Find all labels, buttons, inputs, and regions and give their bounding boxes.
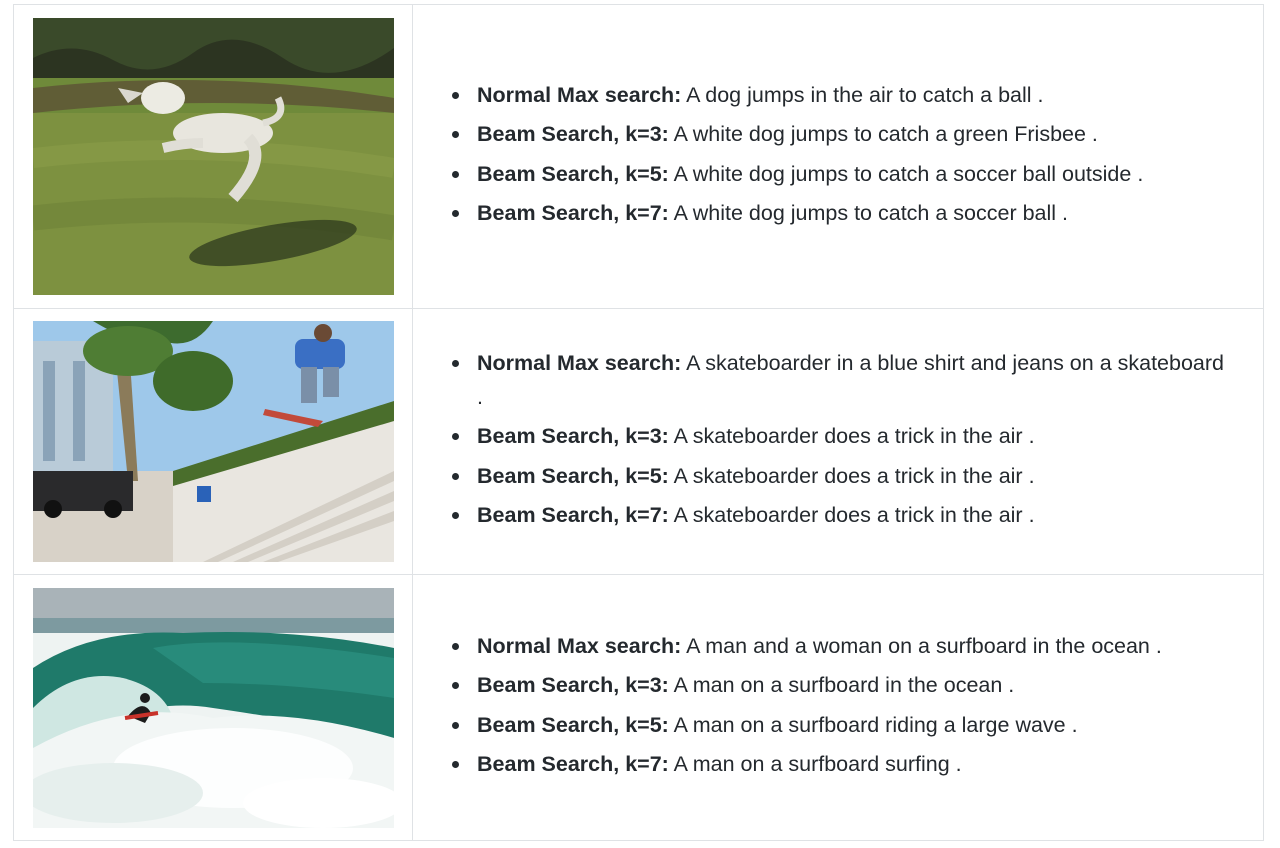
caption-text: A skateboarder does a trick in the air . (673, 424, 1035, 448)
captions-cell: Normal Max search: A man and a woman on … (412, 574, 1264, 841)
caption-text: A dog jumps in the air to catch a ball . (686, 82, 1044, 107)
caption-text: A man on a surfboard surfing . (673, 752, 962, 776)
image-cell (13, 308, 413, 575)
caption-item: Beam Search, k=5: A white dog jumps to c… (452, 157, 1263, 191)
caption-text: A white dog jumps to catch a soccer ball… (673, 201, 1068, 225)
caption-list: Normal Max search: A man and a woman on … (413, 629, 1263, 782)
caption-item: Beam Search, k=7: A man on a surfboard s… (452, 747, 1263, 781)
caption-method: Normal Max search: (477, 633, 682, 658)
caption-item: Normal Max search: A skateboarder in a b… (452, 346, 1263, 414)
skateboarder-photo (33, 321, 394, 562)
caption-method: Beam Search, k=3: (477, 122, 669, 146)
caption-item: Beam Search, k=7: A white dog jumps to c… (452, 196, 1263, 230)
caption-item: Beam Search, k=3: A man on a surfboard i… (452, 668, 1263, 702)
caption-method: Beam Search, k=7: (477, 503, 669, 527)
caption-method: Beam Search, k=3: (477, 673, 669, 697)
caption-method: Beam Search, k=3: (477, 424, 669, 448)
captions-cell: Normal Max search: A dog jumps in the ai… (412, 4, 1264, 309)
caption-text: A white dog jumps to catch a soccer ball… (673, 161, 1144, 186)
table-row: Normal Max search: A man and a woman on … (13, 574, 1264, 841)
caption-item: Beam Search, k=3: A white dog jumps to c… (452, 117, 1263, 151)
caption-text: A man on a surfboard riding a large wave… (673, 712, 1078, 737)
caption-method: Beam Search, k=7: (477, 752, 669, 776)
caption-text: A white dog jumps to catch a green Frisb… (673, 122, 1098, 146)
dog-frisbee-photo (33, 18, 394, 295)
caption-item: Normal Max search: A man and a woman on … (452, 629, 1263, 663)
caption-text: A skateboarder does a trick in the air . (673, 503, 1035, 527)
caption-method: Normal Max search: (477, 82, 682, 107)
caption-list: Normal Max search: A dog jumps in the ai… (413, 78, 1263, 231)
caption-item: Normal Max search: A dog jumps in the ai… (452, 78, 1263, 112)
caption-method: Beam Search, k=5: (477, 161, 669, 186)
table-row: Normal Max search: A skateboarder in a b… (13, 308, 1264, 575)
caption-text: A skateboarder does a trick in the air . (673, 463, 1035, 488)
caption-item: Beam Search, k=3: A skateboarder does a … (452, 419, 1263, 453)
caption-text: A man on a surfboard in the ocean . (673, 673, 1015, 697)
captions-cell: Normal Max search: A skateboarder in a b… (412, 308, 1264, 575)
caption-text: A man and a woman on a surfboard in the … (686, 633, 1162, 658)
captions-table: Normal Max search: A dog jumps in the ai… (13, 4, 1264, 841)
caption-method: Beam Search, k=7: (477, 201, 669, 225)
surfer-photo (33, 587, 394, 828)
caption-item: Beam Search, k=5: A man on a surfboard r… (452, 708, 1263, 742)
caption-list: Normal Max search: A skateboarder in a b… (413, 346, 1263, 533)
image-cell (13, 4, 413, 309)
image-cell (13, 574, 413, 841)
table-row: Normal Max search: A dog jumps in the ai… (13, 4, 1264, 309)
caption-method: Beam Search, k=5: (477, 463, 669, 488)
caption-item: Beam Search, k=5: A skateboarder does a … (452, 459, 1263, 493)
caption-method: Beam Search, k=5: (477, 712, 669, 737)
caption-method: Normal Max search: (477, 350, 682, 375)
caption-item: Beam Search, k=7: A skateboarder does a … (452, 498, 1263, 532)
